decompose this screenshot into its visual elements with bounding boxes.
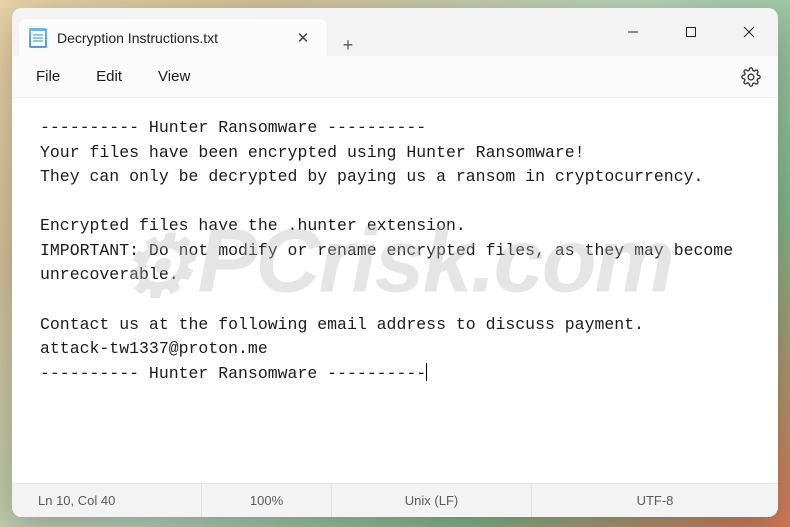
notepad-window: Decryption Instructions.txt ✕ + File Edi… xyxy=(12,8,778,517)
maximize-icon xyxy=(685,26,697,38)
zoom-level[interactable]: 100% xyxy=(202,484,332,517)
statusbar: Ln 10, Col 40 100% Unix (LF) UTF-8 xyxy=(12,483,778,517)
minimize-icon xyxy=(627,26,639,38)
cursor-position[interactable]: Ln 10, Col 40 xyxy=(12,484,202,517)
line-ending[interactable]: Unix (LF) xyxy=(332,484,532,517)
tab-title: Decryption Instructions.txt xyxy=(57,30,279,46)
menubar: File Edit View xyxy=(12,56,778,98)
new-tab-button[interactable]: + xyxy=(328,35,368,56)
window-controls xyxy=(604,8,778,56)
text-cursor xyxy=(426,363,427,381)
document-text: ---------- Hunter Ransomware ---------- … xyxy=(40,116,762,386)
settings-button[interactable] xyxy=(734,60,768,94)
file-menu[interactable]: File xyxy=(18,62,78,91)
close-tab-button[interactable]: ✕ xyxy=(289,24,317,52)
view-menu[interactable]: View xyxy=(140,62,208,91)
minimize-button[interactable] xyxy=(604,8,662,56)
titlebar: Decryption Instructions.txt ✕ + xyxy=(12,8,778,56)
document-tab[interactable]: Decryption Instructions.txt ✕ xyxy=(18,18,328,56)
maximize-button[interactable] xyxy=(662,8,720,56)
close-icon xyxy=(743,26,755,38)
notepad-icon xyxy=(29,28,47,48)
close-window-button[interactable] xyxy=(720,8,778,56)
edit-menu[interactable]: Edit xyxy=(78,62,140,91)
editor-area[interactable]: ---------- Hunter Ransomware ---------- … xyxy=(12,98,778,483)
gear-icon xyxy=(741,67,761,87)
encoding[interactable]: UTF-8 xyxy=(532,484,778,517)
titlebar-drag-area[interactable] xyxy=(368,8,604,56)
tab-area: Decryption Instructions.txt ✕ + xyxy=(12,8,368,56)
